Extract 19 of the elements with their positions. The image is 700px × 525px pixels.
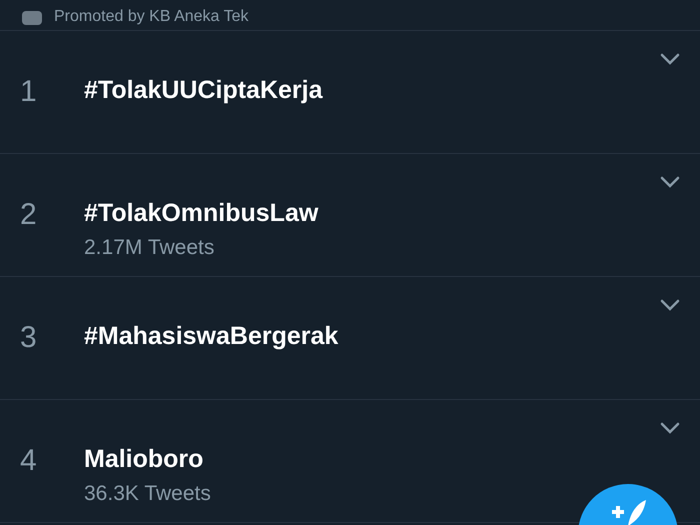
chevron-down-icon[interactable] (660, 422, 680, 434)
trend-item[interactable]: 3 #MahasiswaBergerak (0, 277, 700, 400)
trend-title: Malioboro (84, 444, 204, 475)
trend-title: #TolakOmnibusLaw (84, 198, 318, 229)
trend-rank: 4 (20, 446, 38, 476)
trend-title: #MahasiswaBergerak (84, 321, 338, 352)
trend-title: #TolakUUCiptaKerja (84, 75, 322, 106)
promoted-label: Promoted by KB Aneka Tek (54, 9, 248, 25)
chevron-down-icon[interactable] (660, 53, 680, 65)
chevron-down-icon[interactable] (660, 176, 680, 188)
trend-item[interactable]: 2 #TolakOmnibusLaw 2.17M Tweets (0, 154, 700, 277)
tweet-count: 36.3K Tweets (84, 481, 211, 508)
tweet-count: 2.17M Tweets (84, 235, 214, 262)
trend-item[interactable]: 1 #TolakUUCiptaKerja (0, 31, 700, 154)
chevron-down-icon[interactable] (660, 299, 680, 311)
trend-rank: 1 (20, 77, 38, 107)
promoted-icon (22, 11, 42, 25)
trend-rank: 3 (20, 323, 38, 353)
trend-rank: 2 (20, 200, 38, 230)
